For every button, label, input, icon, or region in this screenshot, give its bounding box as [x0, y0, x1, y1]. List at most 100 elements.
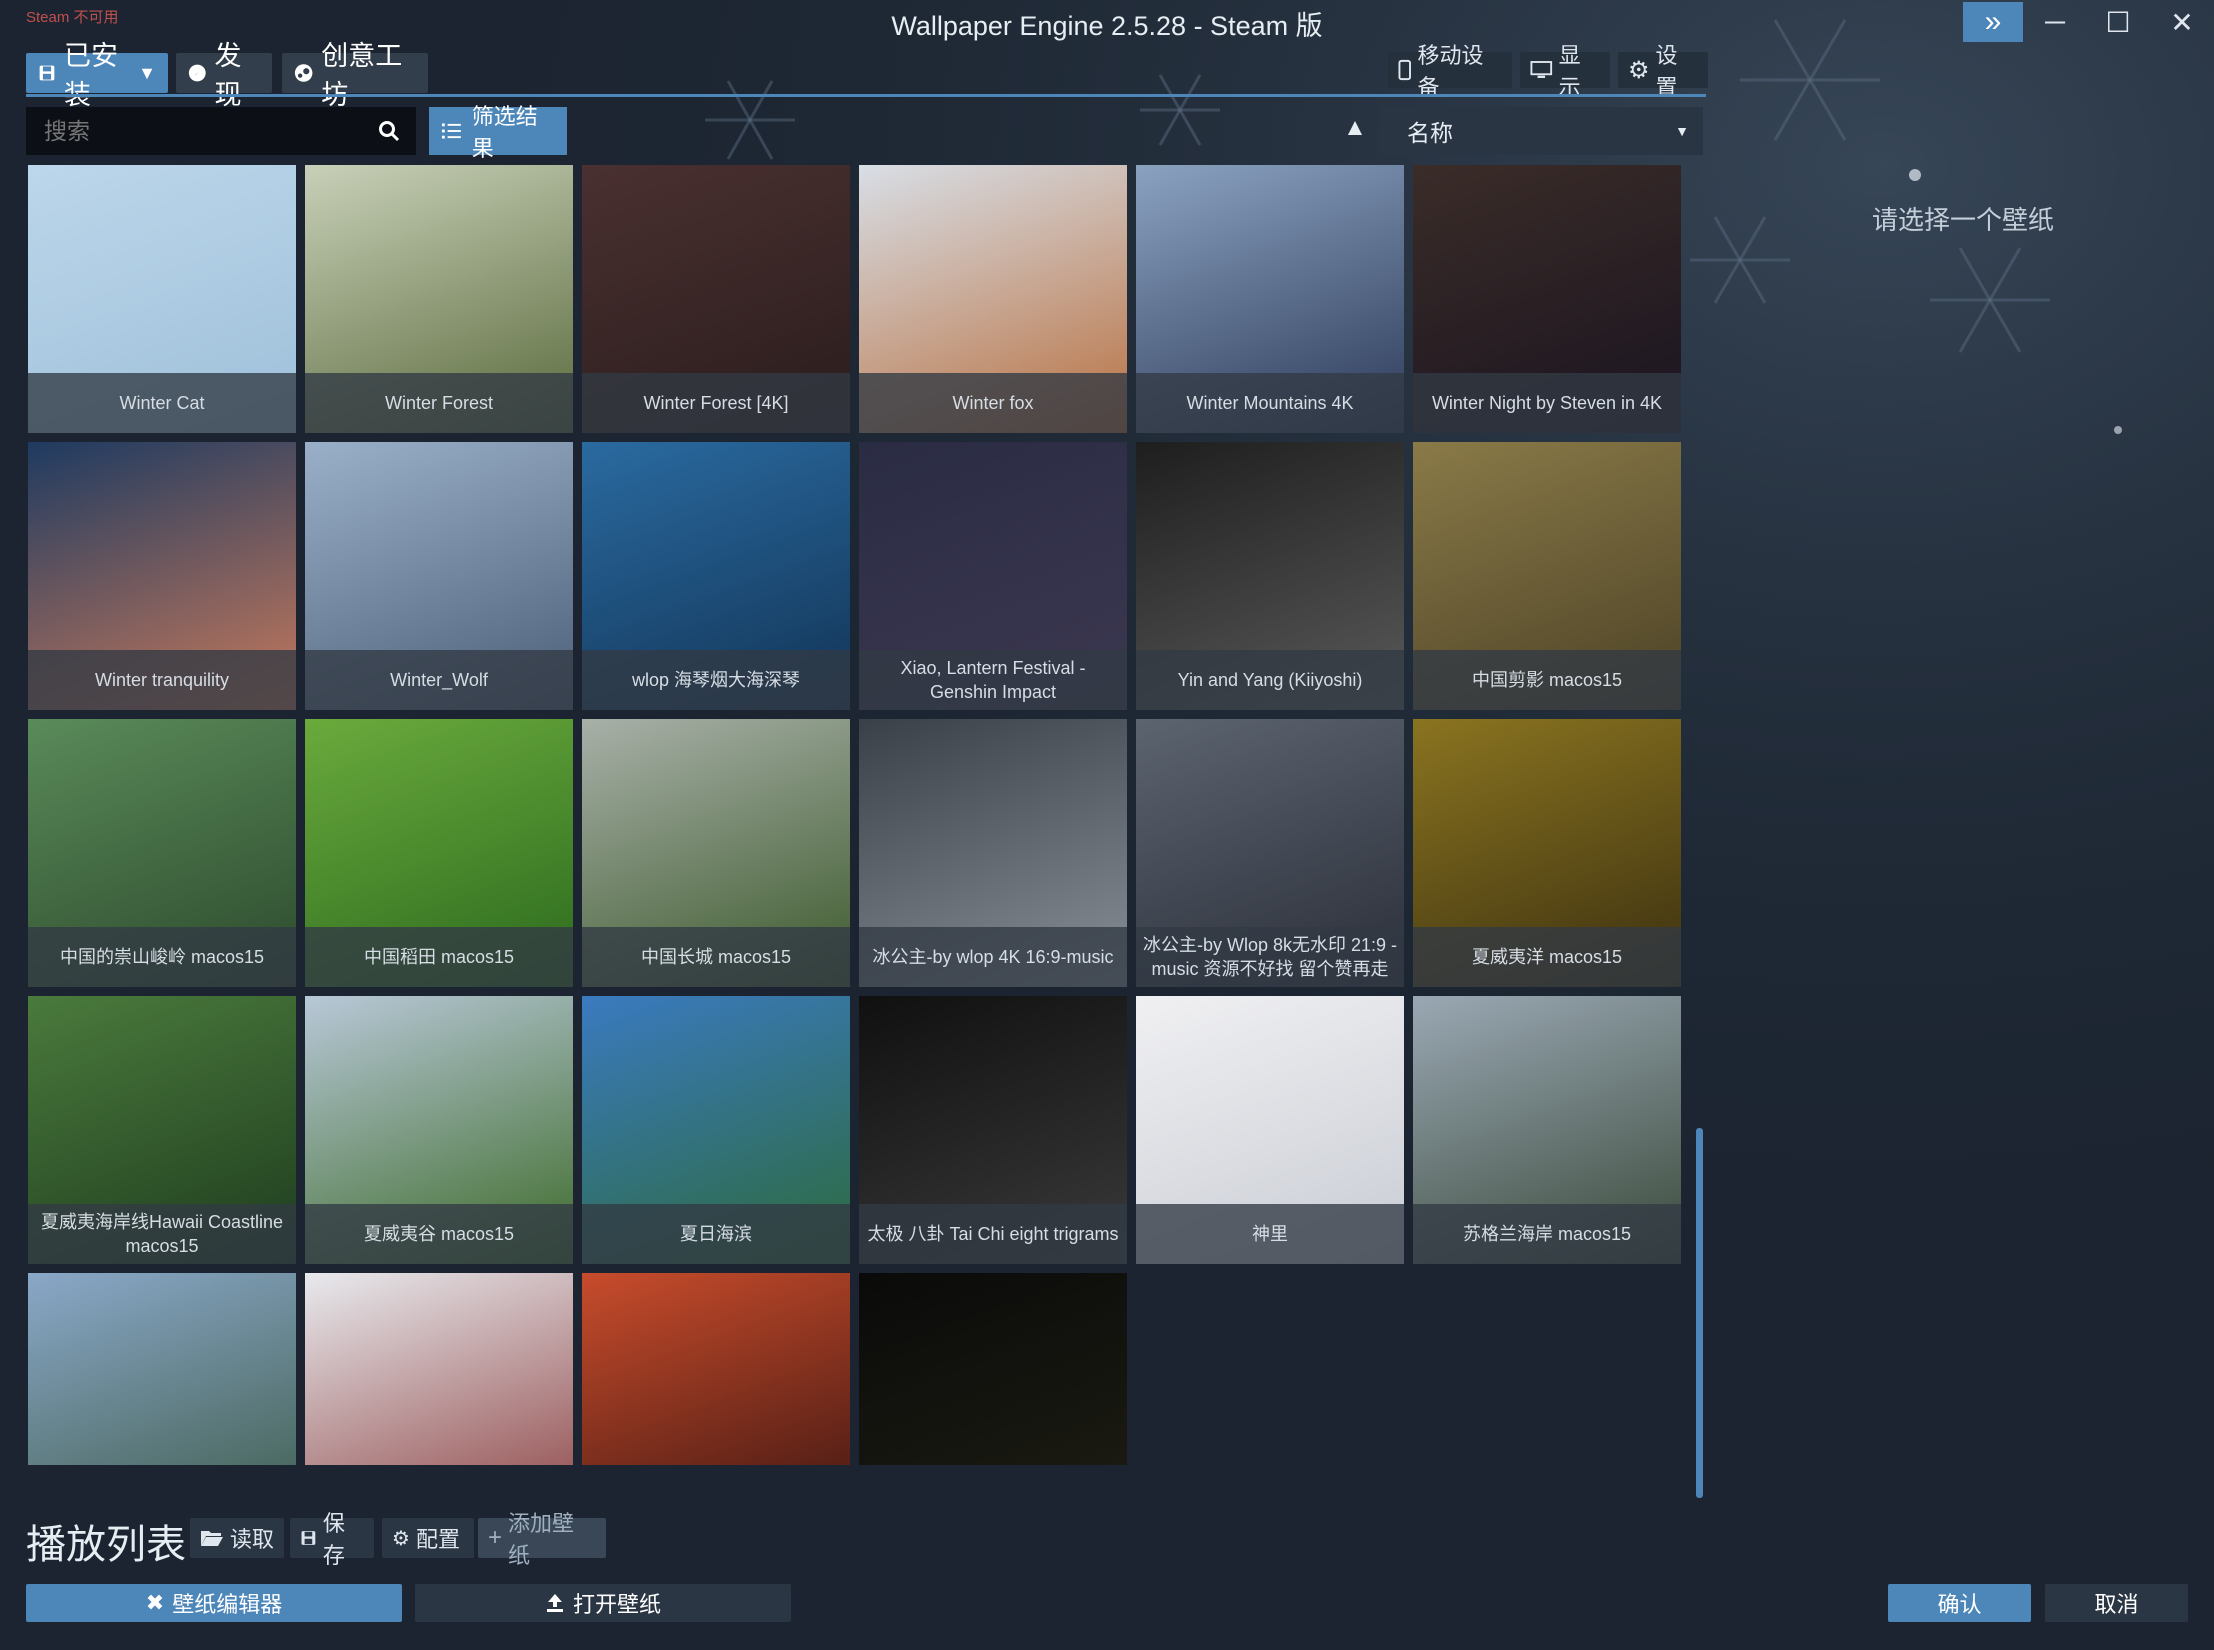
- wallpaper-tile[interactable]: Xiao, Lantern Festival - Genshin Impact: [859, 442, 1127, 710]
- tab-installed[interactable]: 已安装 ▼: [26, 53, 168, 93]
- caret-down-icon: ▼: [138, 63, 156, 84]
- add-wallpaper-label: 添加壁纸: [508, 1506, 596, 1570]
- folder-open-icon: [200, 1528, 224, 1548]
- plus-icon: +: [488, 1524, 502, 1552]
- save-icon: [300, 1529, 317, 1547]
- mobile-device-label: 移动设备: [1417, 38, 1502, 102]
- wallpaper-tile[interactable]: 夏威夷海岸线Hawaii Coastline macos15: [28, 996, 296, 1264]
- wallpaper-tile[interactable]: 苏格兰海岸 macos15: [1413, 996, 1681, 1264]
- playlist-title: 播放列表: [26, 1512, 186, 1570]
- sort-direction-button[interactable]: ▲: [1340, 114, 1370, 148]
- sort-select[interactable]: 名称 ▼: [1379, 107, 1703, 155]
- double-chevron-right-icon: »: [1985, 5, 2002, 39]
- search-input[interactable]: [42, 117, 366, 146]
- wallpaper-tile[interactable]: 太极 八卦 Tai Chi eight trigrams: [859, 996, 1127, 1264]
- tab-discover[interactable]: 发现: [176, 53, 272, 93]
- wallpaper-tile[interactable]: 夏威夷谷 macos15: [305, 996, 573, 1264]
- steam-icon: [294, 62, 313, 84]
- filter-results-label: 筛选结果: [472, 99, 555, 163]
- playlist-config-label: 配置: [416, 1522, 460, 1554]
- close-icon: ✕: [2170, 6, 2193, 39]
- filter-list-icon: [441, 121, 462, 141]
- playlist-load-button[interactable]: 读取: [190, 1518, 284, 1558]
- mobile-device-button[interactable]: 移动设备: [1388, 52, 1512, 88]
- wallpaper-tile[interactable]: Winter Mountains 4K: [1136, 165, 1404, 433]
- add-wallpaper-button[interactable]: + 添加壁纸: [478, 1518, 606, 1558]
- wallpaper-title: Winter Mountains 4K: [1136, 373, 1404, 433]
- wallpaper-title: Winter fox: [859, 373, 1127, 433]
- wallpaper-tile[interactable]: 中国长城 macos15: [582, 719, 850, 987]
- wallpaper-title: 夏威夷谷 macos15: [305, 1204, 573, 1264]
- display-button[interactable]: 显示: [1520, 52, 1610, 88]
- wallpaper-tile[interactable]: wlop 海琴烟大海深琴: [582, 442, 850, 710]
- wallpaper-title: 冰公主-by Wlop 8k无水印 21:9 - music 资源不好找 留个赞…: [1136, 927, 1404, 987]
- wallpaper-tile[interactable]: Winter Forest [4K]: [582, 165, 850, 433]
- wallpaper-tile[interactable]: 冰公主-by wlop 4K 16:9-music: [859, 719, 1127, 987]
- wallpaper-tile[interactable]: Winter Forest: [305, 165, 573, 433]
- wallpaper-editor-button[interactable]: ✖ 壁纸编辑器: [26, 1584, 402, 1622]
- caret-down-icon: ▼: [1675, 123, 1689, 139]
- wallpaper-tile[interactable]: Winter fox: [859, 165, 1127, 433]
- playlist-load-label: 读取: [230, 1522, 274, 1554]
- wallpaper-thumbnail: [28, 1273, 296, 1465]
- search-box[interactable]: [26, 107, 416, 155]
- minimize-button[interactable]: ─: [2025, 2, 2085, 42]
- filter-results-button[interactable]: 筛选结果: [429, 107, 567, 155]
- tab-installed-label: 已安装: [64, 34, 130, 112]
- wallpaper-tile[interactable]: 中国的崇山峻岭 macos15: [28, 719, 296, 987]
- wallpaper-title: 苏格兰海岸 macos15: [1413, 1204, 1681, 1264]
- wallpaper-tile[interactable]: 中国稻田 macos15: [305, 719, 573, 987]
- confirm-button[interactable]: 确认: [1888, 1584, 2031, 1622]
- maximize-button[interactable]: ☐: [2088, 2, 2148, 42]
- wallpaper-tile[interactable]: 雪中少女: [582, 1273, 850, 1465]
- wallpaper-grid: Winter CatWinter ForestWinter Forest [4K…: [28, 165, 1688, 1465]
- wallpaper-tile[interactable]: 夏威夷洋 macos15: [1413, 719, 1681, 987]
- phone-icon: [1398, 59, 1411, 81]
- close-button[interactable]: ✕: [2152, 2, 2212, 42]
- playlist-save-button[interactable]: 保存: [290, 1518, 374, 1558]
- maximize-icon: ☐: [2105, 6, 2130, 39]
- wallpaper-tile[interactable]: Winter_Wolf: [305, 442, 573, 710]
- wallpaper-title: 夏威夷海岸线Hawaii Coastline macos15: [28, 1204, 296, 1264]
- wallpaper-editor-label: 壁纸编辑器: [172, 1587, 282, 1619]
- wallpaper-tile[interactable]: 夏日海滨: [582, 996, 850, 1264]
- wallpaper-title: wlop 海琴烟大海深琴: [582, 650, 850, 710]
- wallpaper-title: 中国稻田 macos15: [305, 927, 573, 987]
- wallpaper-title: 夏日海滨: [582, 1204, 850, 1264]
- wallpaper-title: Winter_Wolf: [305, 650, 573, 710]
- wallpaper-tile[interactable]: 中国剪影 macos15: [1413, 442, 1681, 710]
- search-icon: [378, 120, 400, 142]
- open-wallpaper-button[interactable]: 打开壁纸: [415, 1584, 791, 1622]
- wallpaper-title: 夏威夷洋 macos15: [1413, 927, 1681, 987]
- cancel-button[interactable]: 取消: [2045, 1584, 2188, 1622]
- wallpaper-tile[interactable]: 苏格兰湖 macos15: [28, 1273, 296, 1465]
- wallpaper-title: 冰公主-by wlop 4K 16:9-music: [859, 927, 1127, 987]
- tools-icon: ✖: [146, 1590, 164, 1616]
- tab-divider: [26, 94, 1706, 97]
- wallpaper-title: Winter Night by Steven in 4K: [1413, 373, 1681, 433]
- wallpaper-tile[interactable]: Winter tranquility: [28, 442, 296, 710]
- wallpaper-title: Winter Cat: [28, 373, 296, 433]
- wallpaper-tile[interactable]: 麻匪 粒子音频互动: [859, 1273, 1127, 1465]
- upload-icon: [545, 1593, 565, 1613]
- wallpaper-title: 中国剪影 macos15: [1413, 650, 1681, 710]
- gear-icon: ⚙: [1628, 56, 1650, 85]
- grid-scrollbar[interactable]: [1696, 1128, 1703, 1498]
- wallpaper-tile[interactable]: Winter Cat: [28, 165, 296, 433]
- settings-button[interactable]: ⚙ 设置: [1618, 52, 1708, 88]
- expand-panel-button[interactable]: »: [1963, 2, 2023, 42]
- wallpaper-title: 神里: [1136, 1204, 1404, 1264]
- wallpaper-thumbnail: [859, 1273, 1127, 1465]
- tab-discover-label: 发现: [215, 34, 260, 112]
- wallpaper-thumbnail: [582, 1273, 850, 1465]
- wallpaper-tile[interactable]: 雪 王冰冰: [305, 1273, 573, 1465]
- tab-workshop[interactable]: 创意工坊: [282, 53, 428, 93]
- wallpaper-tile[interactable]: 冰公主-by Wlop 8k无水印 21:9 - music 资源不好找 留个赞…: [1136, 719, 1404, 987]
- triangle-up-icon: ▲: [1343, 114, 1367, 141]
- tab-workshop-label: 创意工坊: [321, 34, 416, 112]
- wallpaper-title: 中国长城 macos15: [582, 927, 850, 987]
- playlist-config-button[interactable]: ⚙ 配置: [382, 1518, 474, 1558]
- wallpaper-tile[interactable]: 神里: [1136, 996, 1404, 1264]
- wallpaper-tile[interactable]: Winter Night by Steven in 4K: [1413, 165, 1681, 433]
- wallpaper-tile[interactable]: Yin and Yang (Kiiyoshi): [1136, 442, 1404, 710]
